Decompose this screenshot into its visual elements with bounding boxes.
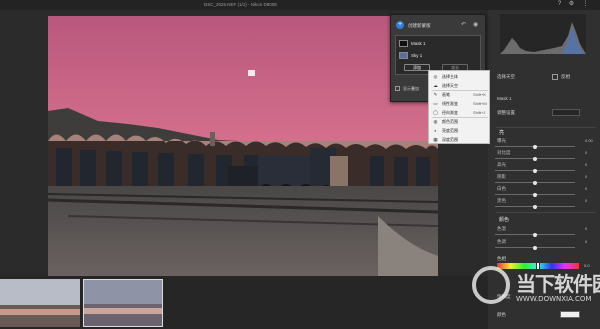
adjust-dropdown[interactable] <box>552 109 580 116</box>
light-section-title[interactable]: 亮 <box>499 129 504 136</box>
menu-item-shortcut: Shift+K <box>473 92 487 97</box>
show-overlay-label: 显示叠加 <box>403 86 419 91</box>
menu-item-shortcut: Shift+M <box>473 101 487 106</box>
brush-icon: ✎ <box>433 92 438 97</box>
mask-label: Mask 1 <box>497 96 512 101</box>
slider-knob[interactable] <box>533 168 537 173</box>
menu-item-brush[interactable]: ✎ 画笔 Shift+K <box>429 90 491 98</box>
photo-preview[interactable] <box>48 16 438 276</box>
show-overlay-checkbox[interactable] <box>395 86 400 91</box>
more-icon[interactable]: ⋮ <box>582 1 589 8</box>
photo-image <box>48 16 438 276</box>
menu-item-shortcut: Shift+J <box>473 110 486 115</box>
add-mask-menu: ◎ 选择主体 ☁ 选择天空 ✎ 画笔 Shift+K ▭ 线性渐变 Shift+M ◯ 径向渐变 Shi… <box>428 70 490 144</box>
slider-label: 色温 <box>497 226 506 231</box>
menu-separator <box>432 117 488 118</box>
slider-knob[interactable] <box>533 180 537 185</box>
sky-mask-icon[interactable] <box>399 52 408 59</box>
menu-item-label: 选择主体 <box>442 74 458 79</box>
menu-item-color-range[interactable]: ◍ 颜色范围 <box>429 117 491 125</box>
slider-knob[interactable] <box>533 245 537 250</box>
menu-item-radial-gradient[interactable]: ◯ 径向渐变 Shift+J <box>429 109 491 116</box>
menu-item-depth-range[interactable]: ▦ 深度范围 <box>429 136 491 143</box>
menu-item-subject[interactable]: ◎ 选择主体 <box>429 73 491 80</box>
slider-value[interactable]: 0.00 <box>585 138 593 143</box>
slider-knob[interactable] <box>533 232 537 237</box>
menu-item-label: 亮度范围 <box>442 128 458 133</box>
sky-icon: ☁ <box>433 83 438 88</box>
slider-label: 黑色 <box>497 198 506 203</box>
subject-icon: ◎ <box>433 74 438 79</box>
watermark-logo-icon <box>472 266 510 304</box>
slider-value[interactable]: 0 <box>585 186 587 191</box>
slider-value[interactable]: 0 <box>585 162 587 167</box>
menu-item-luminance-range[interactable]: ◐ 亮度范围 <box>429 127 491 134</box>
menu-item-label: 深度范围 <box>442 137 458 142</box>
menu-separator <box>432 90 488 91</box>
slider-knob[interactable] <box>533 144 537 149</box>
menu-item-linear-gradient[interactable]: ▭ 线性渐变 Shift+M <box>429 100 491 107</box>
settings-icon[interactable]: ⚙ <box>568 1 575 8</box>
menu-item-label: 选择天空 <box>442 83 458 88</box>
adjust-label: 调整设置 <box>497 110 515 115</box>
slider-knob[interactable] <box>533 156 537 161</box>
help-icon[interactable]: ? <box>556 1 563 8</box>
slider-value[interactable]: 0 <box>585 198 587 203</box>
slider-label: 对比度 <box>497 150 511 155</box>
menu-item-label: 画笔 <box>442 92 450 97</box>
filmstrip-thumb-selected[interactable] <box>83 279 163 327</box>
slider-value[interactable]: 0 <box>585 150 587 155</box>
slider-value[interactable]: 0 <box>585 239 587 244</box>
watermark-text: 当下软件园 <box>516 272 600 296</box>
undo-icon[interactable]: ↶ <box>461 21 466 28</box>
luminance-range-icon: ◐ <box>434 128 437 133</box>
hue-label: 色相 <box>497 256 506 261</box>
invert-label: 反相 <box>561 74 570 79</box>
select-sky-label[interactable]: 选择天空 <box>497 74 515 80</box>
menu-item-label: 颜色范围 <box>442 119 458 124</box>
depth-range-icon: ▦ <box>433 137 438 142</box>
filmstrip-thumb[interactable] <box>0 279 80 327</box>
slider-knob[interactable] <box>533 192 537 197</box>
slider-value[interactable]: 0 <box>585 174 587 179</box>
watermark-url: WWW.DOWNXIA.COM <box>516 295 592 303</box>
slider-knob[interactable] <box>533 204 537 209</box>
divider <box>496 212 596 213</box>
sub-mask-name[interactable]: Sky 1 <box>411 53 422 58</box>
color-range-icon: ◍ <box>433 119 438 124</box>
menu-item-sky[interactable]: ☁ 选择天空 <box>429 82 491 89</box>
watermark: 当下软件园 WWW.DOWNXIA.COM <box>472 264 600 322</box>
menu-item-label: 径向渐变 <box>442 110 458 115</box>
divider <box>496 127 596 128</box>
slider-label: 曝光 <box>497 138 506 143</box>
create-mask-icon[interactable]: + <box>396 21 404 29</box>
histogram <box>500 14 586 54</box>
window-title: DSC_2026.NEF (1/1) - Nikon D800E <box>204 2 278 7</box>
slider-value[interactable]: 0 <box>585 226 587 231</box>
create-mask-title[interactable]: 创建新蒙版 <box>408 23 431 29</box>
invert-checkbox[interactable] <box>552 74 558 80</box>
linear-gradient-icon: ▭ <box>433 101 438 106</box>
mask-name[interactable]: Mask 1 <box>411 41 426 46</box>
mask-thumbnail[interactable] <box>399 40 408 47</box>
menu-item-label: 线性渐变 <box>442 101 458 106</box>
color-section-title[interactable]: 颜色 <box>499 216 509 223</box>
slider-label: 白色 <box>497 186 506 191</box>
mask-list: Mask 1 Sky 1 添加 减去 <box>395 35 481 75</box>
add-button[interactable]: 添加 <box>404 64 430 71</box>
radial-gradient-icon: ◯ <box>433 110 439 115</box>
slider-label: 高光 <box>497 162 506 167</box>
slider-label: 色调 <box>497 239 506 244</box>
visibility-icon[interactable]: ◉ <box>473 21 478 28</box>
slider-label: 阴影 <box>497 174 506 179</box>
filmstrip <box>0 276 488 329</box>
title-bar: DSC_2026.NEF (1/1) - Nikon D800E ? ⚙ ⋮ <box>0 0 600 10</box>
